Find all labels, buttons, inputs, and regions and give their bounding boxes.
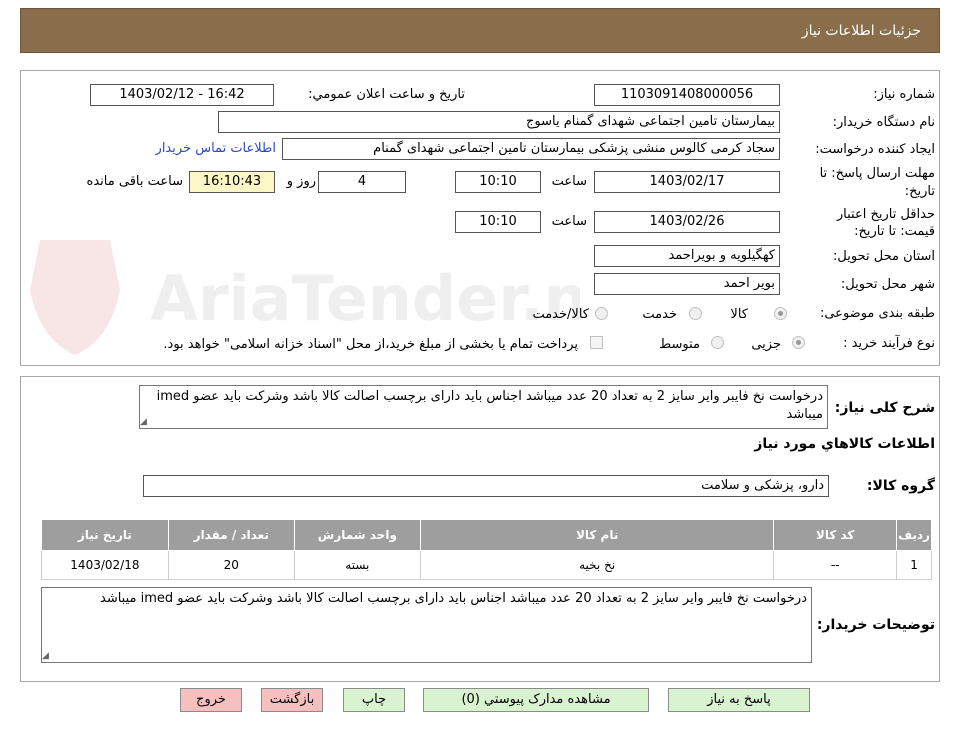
header-item-code: کد کالا [773, 519, 898, 551]
header-row-number: ردیف [896, 519, 932, 551]
page-title: جزئیات اطلاعات نیاز [801, 23, 921, 39]
print-button[interactable]: چاپ [343, 688, 405, 712]
deadline-time-field: 10:10 [455, 171, 541, 193]
category-goods-service-radio[interactable] [595, 307, 608, 320]
category-service-label: خدمت [642, 307, 677, 322]
announce-label: تاریخ و ساعت اعلان عمومي: [308, 87, 465, 102]
header-need-date: تاریخ نیاز [41, 519, 169, 551]
back-button[interactable]: بازگشت [261, 688, 323, 712]
validity-date-field: 1403/02/26 [594, 211, 780, 233]
payment-note: پرداخت تمام یا بخشی از مبلغ خرید،از محل … [163, 337, 578, 352]
buyer-label: نام دستگاه خریدار: [832, 115, 935, 130]
deadline-label-line1: مهلت ارسال پاسخ: تا [819, 166, 935, 181]
days-remaining-field: 4 [318, 171, 406, 193]
description-label: شرح کلی نیاز: [834, 400, 935, 416]
need-number-field: 1103091408000056 [594, 84, 780, 106]
header-quantity: تعداد / مقدار [167, 519, 295, 551]
remaining-label: ساعت باقی مانده [86, 174, 183, 189]
exit-button[interactable]: خروج [180, 688, 242, 712]
deadline-label-line2: تاریخ: [904, 184, 935, 199]
process-medium-label: متوسط [659, 337, 700, 352]
city-label: شهر محل تحویل: [840, 277, 935, 292]
process-medium-radio[interactable] [711, 336, 724, 349]
validity-label-line1: حداقل تاریخ اعتبار [836, 207, 935, 222]
category-goods-radio[interactable] [774, 307, 787, 320]
cell-row-number: 1 [896, 550, 932, 580]
process-minor-radio[interactable] [792, 336, 805, 349]
validity-time-field: 10:10 [455, 211, 541, 233]
header-unit: واحد شمارش [293, 519, 421, 551]
category-service-radio[interactable] [689, 307, 702, 320]
cell-item-name: نخ بخیه [419, 550, 775, 580]
buyer-field: بیمارستان تامین اجتماعی شهدای گمنام یاسو… [218, 111, 780, 133]
buyer-notes-label: توضیحات خریدار: [816, 617, 935, 633]
view-attachments-button[interactable]: مشاهده مدارک پیوستي (0) [423, 688, 649, 712]
province-label: استان محل تحویل: [833, 249, 935, 264]
process-label: نوع فرآیند خرید : [843, 336, 935, 351]
city-field: بویر احمد [594, 273, 780, 295]
creator-field: سجاد کرمی کالوس منشی پزشکی بیمارستان تام… [282, 138, 780, 160]
deadline-date-field: 1403/02/17 [594, 171, 780, 193]
treasury-bonds-checkbox[interactable] [590, 336, 603, 349]
need-number-label: شماره نیاز: [873, 87, 935, 102]
province-field: کهگیلویه و بویراحمد [594, 245, 780, 267]
remaining-time-field: 16:10:43 [189, 171, 275, 193]
goods-group-label: گروه کالا: [866, 478, 935, 494]
resize-grip-icon: ◢ [42, 651, 49, 661]
page-header: جزئیات اطلاعات نیاز [20, 8, 940, 53]
goods-info-title: اطلاعات کالاهاي مورد نیاز [754, 436, 935, 452]
announce-field: 1403/02/12 - 16:42 [90, 84, 274, 106]
category-label: طبقه بندی موضوعی: [819, 306, 935, 321]
creator-label: ایجاد کننده درخواست: [815, 142, 935, 157]
validity-time-label: ساعت [551, 214, 587, 229]
cell-item-code: -- [773, 550, 898, 580]
items-table-header-row: ردیف کد کالا نام کالا واحد شمارش تعداد /… [41, 519, 932, 551]
process-minor-label: جزیی [751, 337, 781, 352]
description-textarea: درخواست نخ فایبر وایر سایز 2 به تعداد 20… [139, 385, 828, 429]
buyer-notes-textarea: درخواست نخ فایبر وایر سایز 2 به تعداد 20… [41, 587, 812, 663]
resize-grip-icon: ◢ [140, 417, 147, 427]
category-goods-service-label: کالا/خدمت [532, 307, 589, 322]
reply-button[interactable]: پاسخ به نیاز [668, 688, 810, 712]
validity-label-line2: قیمت: تا تاریخ: [854, 224, 935, 239]
deadline-time-label: ساعت [551, 174, 587, 189]
table-row: 1 -- نخ بخیه بسته 20 1403/02/18 [41, 550, 932, 580]
cell-need-date: 1403/02/18 [41, 550, 169, 580]
buyer-contact-link[interactable]: اطلاعات تماس خریدار [156, 141, 276, 156]
category-goods-label: کالا [730, 307, 748, 322]
header-item-name: نام کالا [419, 519, 775, 551]
items-table: ردیف کد کالا نام کالا واحد شمارش تعداد /… [41, 519, 932, 580]
cell-quantity: 20 [167, 550, 295, 580]
goods-group-field: دارو، پزشکی و سلامت [143, 475, 829, 497]
cell-unit: بسته [293, 550, 421, 580]
days-label: روز و [286, 174, 316, 189]
